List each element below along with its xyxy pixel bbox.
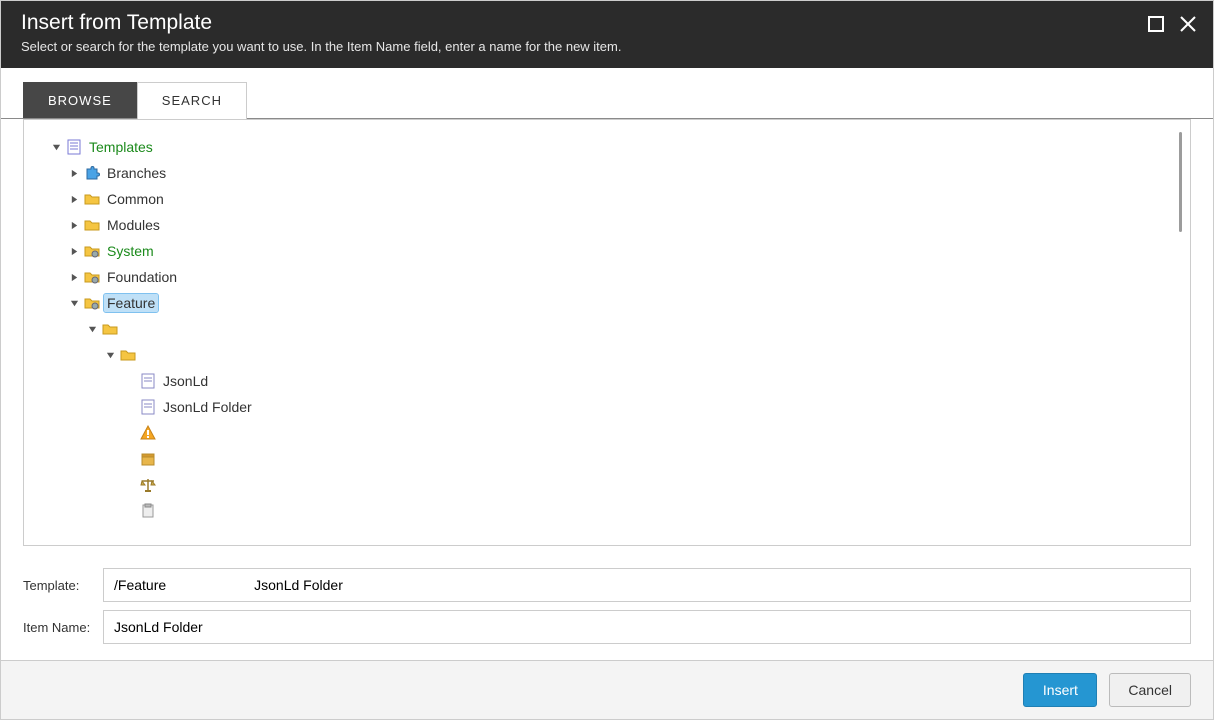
chevron-right-icon[interactable] (68, 195, 80, 204)
insert-from-template-dialog: Insert from Template Select or search fo… (0, 0, 1214, 720)
tree-node-item[interactable] (50, 498, 1180, 524)
cancel-button[interactable]: Cancel (1109, 673, 1191, 707)
folder-gear-icon (84, 269, 100, 285)
tree-node-templates[interactable]: Templates (50, 134, 1180, 160)
close-icon[interactable] (1179, 15, 1197, 38)
clipboard-icon (140, 503, 156, 519)
tree-node-item[interactable] (50, 420, 1180, 446)
template-icon (140, 399, 156, 415)
template-tree-panel: Templates Branches Common (23, 119, 1191, 546)
tree-node-folder[interactable] (50, 316, 1180, 342)
template-tree[interactable]: Templates Branches Common (24, 120, 1190, 545)
dialog-header: Insert from Template Select or search fo… (1, 1, 1213, 68)
maximize-icon[interactable] (1147, 15, 1165, 38)
folder-icon (120, 347, 136, 363)
scales-icon (140, 477, 156, 493)
tree-label: System (104, 242, 157, 260)
dialog-title: Insert from Template (21, 11, 1193, 35)
template-icon (140, 373, 156, 389)
tab-search[interactable]: SEARCH (137, 82, 247, 119)
tree-node-jsonld-folder[interactable]: JsonLd Folder (50, 394, 1180, 420)
dialog-footer: Insert Cancel (1, 660, 1213, 719)
dialog-subtitle: Select or search for the template you wa… (21, 39, 1193, 54)
insert-button[interactable]: Insert (1023, 673, 1097, 707)
chevron-down-icon[interactable] (50, 143, 62, 152)
tree-node-modules[interactable]: Modules (50, 212, 1180, 238)
folder-icon (84, 191, 100, 207)
dialog-fields: Template: /Feature JsonLd Folder Item Na… (1, 556, 1213, 660)
tree-label: Feature (104, 294, 158, 312)
template-path-field[interactable]: /Feature JsonLd Folder (103, 568, 1191, 602)
chevron-right-icon[interactable] (68, 273, 80, 282)
scrollbar[interactable] (1179, 132, 1182, 232)
puzzle-icon (84, 165, 100, 181)
tree-label: Branches (104, 164, 169, 182)
tree-label: JsonLd (160, 372, 211, 390)
tree-node-common[interactable]: Common (50, 186, 1180, 212)
tree-node-item[interactable] (50, 472, 1180, 498)
tree-node-foundation[interactable]: Foundation (50, 264, 1180, 290)
chevron-right-icon[interactable] (68, 247, 80, 256)
tree-node-item[interactable] (50, 446, 1180, 472)
tree-node-feature[interactable]: Feature (50, 290, 1180, 316)
folder-icon (102, 321, 118, 337)
folder-gear-icon (84, 295, 100, 311)
tree-node-system[interactable]: System (50, 238, 1180, 264)
tree-node-folder[interactable] (50, 342, 1180, 368)
chevron-right-icon[interactable] (68, 221, 80, 230)
chevron-down-icon[interactable] (104, 351, 116, 360)
chevron-right-icon[interactable] (68, 169, 80, 178)
item-name-input[interactable] (103, 610, 1191, 644)
template-path-segment: JsonLd Folder (254, 577, 343, 593)
chevron-down-icon[interactable] (86, 325, 98, 334)
tree-node-jsonld[interactable]: JsonLd (50, 368, 1180, 394)
template-label: Template: (23, 578, 103, 593)
template-path-segment: /Feature (114, 577, 166, 593)
tree-label: Foundation (104, 268, 180, 286)
tree-label: JsonLd Folder (160, 398, 255, 416)
tree-label: Common (104, 190, 167, 208)
box-icon (140, 451, 156, 467)
folder-gear-icon (84, 243, 100, 259)
warning-icon (140, 425, 156, 441)
tree-label: Templates (86, 138, 156, 156)
tree-node-branches[interactable]: Branches (50, 160, 1180, 186)
chevron-down-icon[interactable] (68, 299, 80, 308)
tab-browse[interactable]: BROWSE (23, 82, 137, 118)
tree-label: Modules (104, 216, 163, 234)
item-name-label: Item Name: (23, 620, 103, 635)
tab-bar: BROWSE SEARCH (1, 68, 1213, 119)
folder-icon (84, 217, 100, 233)
template-root-icon (66, 139, 82, 155)
